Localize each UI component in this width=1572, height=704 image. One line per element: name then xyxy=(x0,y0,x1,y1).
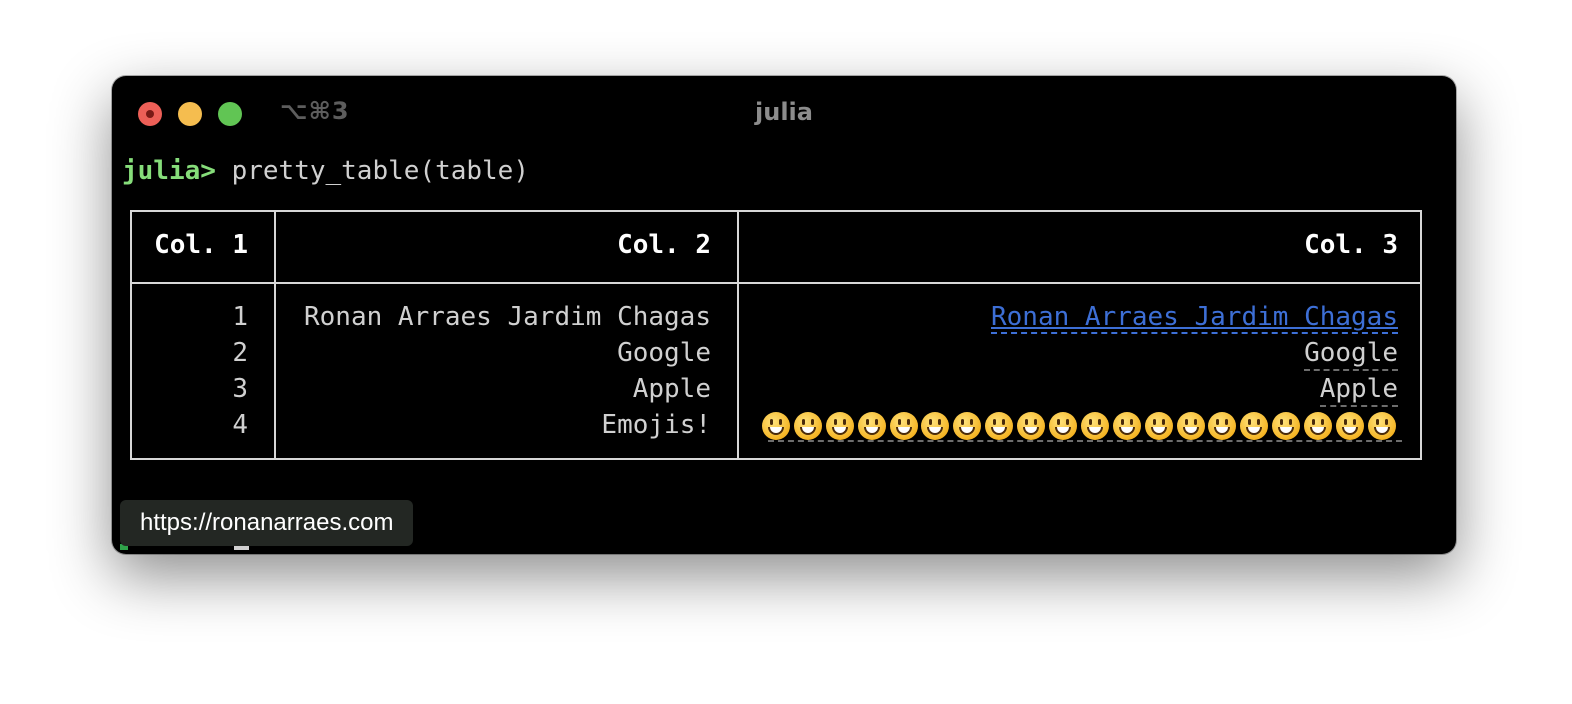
terminal-window: ⌥⌘3 julia julia> pretty_table(table) Col… xyxy=(112,76,1456,554)
emoji-link-underline xyxy=(768,440,1402,442)
hyperlink-name[interactable]: Ronan Arraes Jardim Chagas xyxy=(991,302,1398,334)
grinning-face-emoji xyxy=(1112,411,1141,440)
grinning-face-emoji xyxy=(1080,411,1109,440)
grinning-face-emoji xyxy=(1336,411,1365,440)
table-cell-row1-col1: 1 xyxy=(232,302,248,332)
grinning-face-emoji xyxy=(921,411,950,440)
table-cell-row4-col2: Emojis! xyxy=(601,410,711,440)
repl-prompt: julia> xyxy=(122,156,216,186)
grinning-face-emoji xyxy=(889,411,918,440)
header-col-1: Col. 1 xyxy=(154,230,248,260)
grinning-face-emoji xyxy=(857,411,886,440)
grinning-face-emoji xyxy=(762,411,790,440)
grinning-face-emoji xyxy=(953,411,982,440)
grinning-face-emoji xyxy=(825,411,854,440)
emoji-link-cell[interactable] xyxy=(762,410,1400,440)
hyperlink-google[interactable]: Google xyxy=(1304,338,1398,371)
header-col-2: Col. 2 xyxy=(617,230,711,260)
prompt-line: julia> pretty_table(table) xyxy=(122,156,529,186)
column-divider xyxy=(737,212,739,458)
table-cell-row2-col2: Google xyxy=(617,338,711,368)
command-text: pretty_table(table) xyxy=(231,156,529,186)
grinning-face-emoji xyxy=(1176,411,1205,440)
column-divider xyxy=(274,212,276,458)
grinning-face-emoji xyxy=(1144,411,1173,440)
pretty-table: Col. 1 Col. 2 Col. 3 1 Ronan Arraes Jard… xyxy=(130,210,1422,460)
grinning-face-emoji xyxy=(1017,411,1046,440)
table-cell-row3-col3[interactable]: Apple xyxy=(1319,374,1398,407)
grinning-face-emoji xyxy=(985,411,1014,440)
hyperlink-apple[interactable]: Apple xyxy=(1319,374,1398,407)
table-cell-row3-col1: 3 xyxy=(232,374,248,404)
grinning-face-emoji xyxy=(793,411,822,440)
grinning-face-emoji xyxy=(1240,411,1269,440)
table-cell-row2-col3[interactable]: Google xyxy=(1304,338,1398,371)
terminal-content[interactable]: julia> pretty_table(table) Col. 1 Col. 2… xyxy=(112,76,1456,554)
table-cell-row3-col2: Apple xyxy=(632,374,711,404)
grinning-face-emoji xyxy=(1049,411,1078,440)
grinning-face-emoji xyxy=(1367,411,1396,440)
table-cell-row1-col2: Ronan Arraes Jardim Chagas xyxy=(304,302,711,332)
table-cell-row2-col1: 2 xyxy=(232,338,248,368)
url-tooltip: https://ronanarraes.com xyxy=(120,500,414,546)
grinning-face-emoji xyxy=(1304,411,1333,440)
grinning-face-emoji xyxy=(1208,411,1237,440)
grinning-face-emoji xyxy=(1272,411,1301,440)
header-col-3: Col. 3 xyxy=(1304,230,1398,260)
header-divider xyxy=(132,282,1420,284)
table-cell-row1-col3[interactable]: Ronan Arraes Jardim Chagas xyxy=(991,302,1398,334)
table-cell-row4-col1: 4 xyxy=(232,410,248,440)
